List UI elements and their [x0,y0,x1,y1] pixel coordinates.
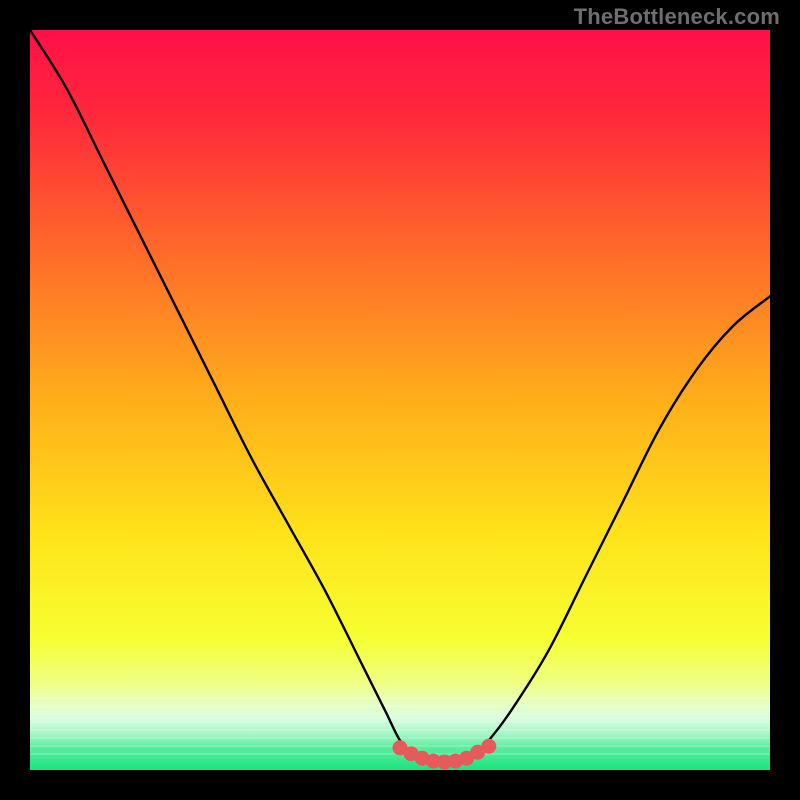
chart-svg [30,30,770,770]
optimal-marker [484,742,493,751]
plot-area [30,30,770,770]
watermark-label: TheBottleneck.com [574,4,780,30]
chart-frame: TheBottleneck.com [0,0,800,800]
gradient-background [30,30,770,770]
